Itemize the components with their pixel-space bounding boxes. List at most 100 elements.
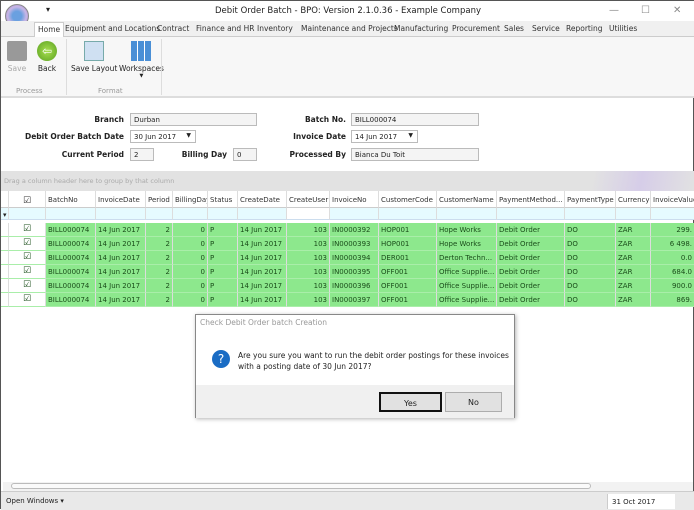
column-header-customername[interactable]: CustomerName [437, 191, 497, 208]
table-row[interactable]: ☑ BILL000074 14 Jun 2017 2 0 P 14 Jun 2017 103 I… [1, 279, 694, 293]
tab-home[interactable]: Home [34, 22, 65, 38]
grid-cell: HOP001 [379, 223, 437, 237]
close-button[interactable]: ✕ [673, 5, 681, 16]
scrollbar-thumb[interactable] [11, 483, 591, 489]
grid-cell: BILL000074 [46, 237, 96, 251]
message-line: Are you sure you want to run the debit o… [238, 351, 509, 360]
column-header-invoiceno[interactable]: InvoiceNo [330, 191, 379, 208]
confirm-dialog: Check Debit Order batch Creation ? Are y… [195, 314, 515, 418]
invoice-date-value: 14 Jun 2017 [355, 133, 398, 141]
select-all-checkbox[interactable]: ☑ [9, 191, 46, 208]
group-by-panel[interactable]: Drag a column header here to group by th… [1, 171, 694, 191]
column-header-status[interactable]: Status [208, 191, 238, 208]
header-row[interactable]: ☑ BatchNo InvoiceDate Period BillingDay Statu… [1, 191, 694, 208]
save-layout-label: Save Layout [71, 64, 118, 73]
tab-procurement[interactable]: Procurement [452, 24, 500, 33]
tab-manufacturing[interactable]: Manufacturing [394, 24, 448, 33]
filter-cell[interactable] [379, 208, 437, 220]
filter-cell[interactable] [651, 208, 694, 220]
filter-cell[interactable] [238, 208, 287, 220]
message-line: with a posting date of 30 Jun 2017? [238, 362, 372, 371]
tab-service[interactable]: Service [532, 24, 560, 33]
save-layout-button[interactable]: Save Layout [71, 41, 117, 73]
column-header-createdate[interactable]: CreateDate [238, 191, 287, 208]
grid-cell: DO [565, 265, 616, 279]
column-header-paymenttype[interactable]: PaymentType [565, 191, 616, 208]
tab-reporting[interactable]: Reporting [566, 24, 602, 33]
column-header-period[interactable]: Period [146, 191, 173, 208]
row-checkbox[interactable]: ☑ [9, 293, 46, 307]
row-indicator [1, 293, 9, 307]
filter-cell[interactable] [96, 208, 146, 220]
current-period-field[interactable]: 2 [130, 148, 154, 161]
grid-cell: 14 Jun 2017 [238, 279, 287, 293]
table-row[interactable]: ☑ BILL000074 14 Jun 2017 2 0 P 14 Jun 2017 103 I… [1, 251, 694, 265]
tab-utilities[interactable]: Utilities [609, 24, 637, 33]
column-header-batchno[interactable]: BatchNo [46, 191, 96, 208]
table-row[interactable]: ☑ BILL000074 14 Jun 2017 2 0 P 14 Jun 2017 103 I… [1, 223, 694, 237]
batch-date-value: 30 Jun 2017 [134, 133, 177, 141]
workspaces-button[interactable]: Workspaces ▼ [119, 41, 164, 79]
save-button[interactable]: Save [7, 41, 27, 73]
column-header-createuser[interactable]: CreateUser [287, 191, 330, 208]
filter-cell[interactable] [146, 208, 173, 220]
yes-button[interactable]: Yes [379, 392, 442, 412]
grid-cell: ZAR [616, 237, 651, 251]
row-checkbox[interactable]: ☑ [9, 279, 46, 293]
grid-cell: DO [565, 223, 616, 237]
maximize-button[interactable]: ☐ [641, 5, 650, 16]
column-header-billingday[interactable]: BillingDay [173, 191, 208, 208]
no-button[interactable]: No [445, 392, 502, 412]
filter-cell[interactable] [565, 208, 616, 220]
filter-cell[interactable] [9, 208, 46, 220]
grid-cell: IN0000395 [330, 265, 379, 279]
back-button[interactable]: ⇦ Back [37, 41, 57, 73]
tab-contract[interactable]: Contract [157, 24, 189, 33]
tab-inventory[interactable]: Inventory [257, 24, 293, 33]
billing-day-field[interactable]: 0 [233, 148, 257, 161]
tab-maintenance-and-projects[interactable]: Maintenance and Projects [301, 24, 398, 33]
branch-field[interactable]: Durban [130, 113, 257, 126]
filter-cell[interactable] [46, 208, 96, 220]
grid-cell: IN0000392 [330, 223, 379, 237]
column-header-paymentmethod[interactable]: PaymentMethod... [497, 191, 565, 208]
minimize-button[interactable]: — [609, 5, 619, 16]
filter-cell[interactable] [497, 208, 565, 220]
grid-cell: Debit Order [497, 279, 565, 293]
grid-cell: DER001 [379, 251, 437, 265]
tab-finance-and-hr[interactable]: Finance and HR [196, 24, 254, 33]
batch-no-field[interactable]: BILL000074 [351, 113, 479, 126]
invoice-date-dropdown[interactable]: 14 Jun 2017 ▼ [351, 130, 418, 143]
batch-date-dropdown[interactable]: 30 Jun 2017 ▼ [130, 130, 196, 143]
grid-cell: DO [565, 293, 616, 307]
filter-cell[interactable] [173, 208, 208, 220]
column-header-invoicevalue[interactable]: InvoiceValue [651, 191, 694, 208]
column-header-currency[interactable]: Currency [616, 191, 651, 208]
filter-cell[interactable] [616, 208, 651, 220]
open-windows-menu[interactable]: Open Windows ▾ [6, 497, 64, 505]
column-header-invoicedate[interactable]: InvoiceDate [96, 191, 146, 208]
filter-cell[interactable] [287, 208, 330, 220]
tab-equipment-and-locations[interactable]: Equipment and Locations [65, 24, 160, 33]
row-checkbox[interactable]: ☑ [9, 251, 46, 265]
grid-cell: 869. [651, 293, 694, 307]
filter-cell[interactable] [208, 208, 238, 220]
row-checkbox[interactable]: ☑ [9, 265, 46, 279]
date-spinner[interactable]: 31 Oct 2017 [607, 494, 675, 509]
column-header-customercode[interactable]: CustomerCode [379, 191, 437, 208]
table-row[interactable]: ☑ BILL000074 14 Jun 2017 2 0 P 14 Jun 2017 103 I… [1, 293, 694, 307]
row-checkbox[interactable]: ☑ [9, 237, 46, 251]
processed-by-field[interactable]: Bianca Du Toit [351, 148, 479, 161]
table-row[interactable]: ☑ BILL000074 14 Jun 2017 2 0 P 14 Jun 2017 103 I… [1, 265, 694, 279]
tab-sales[interactable]: Sales [504, 24, 524, 33]
grid-cell: DO [565, 237, 616, 251]
filter-cell[interactable] [330, 208, 379, 220]
grid-cell: BILL000074 [46, 293, 96, 307]
table-row[interactable]: ☑ BILL000074 14 Jun 2017 2 0 P 14 Jun 2017 103 I… [1, 237, 694, 251]
filter-row[interactable]: ▾ [1, 208, 694, 220]
row-checkbox[interactable]: ☑ [9, 223, 46, 237]
filter-icon[interactable]: ▾ [1, 208, 9, 220]
workspaces-label: Workspaces [119, 64, 164, 73]
filter-cell[interactable] [437, 208, 497, 220]
horizontal-scrollbar[interactable] [3, 482, 693, 491]
